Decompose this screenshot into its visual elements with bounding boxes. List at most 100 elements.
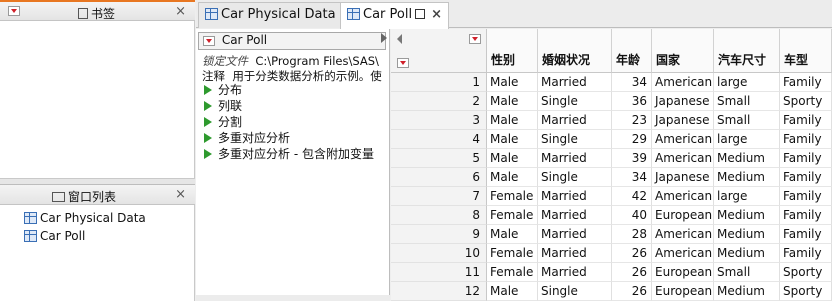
cell-type[interactable]: Family [780,187,832,206]
cell-gender[interactable]: Female [487,187,538,206]
cell-type[interactable]: Family [780,225,832,244]
cell-country[interactable]: American [652,73,714,92]
cell-size[interactable]: Small [714,92,780,111]
columns-menu-icon[interactable] [469,34,481,44]
table-row[interactable]: 6 Male Single 34 Japanese Medium Family [391,168,832,187]
row-number[interactable]: 11 [391,263,487,282]
cell-marital-status[interactable]: Married [538,187,612,206]
table-row[interactable]: 10 Female Married 26 American Medium Family [391,244,832,263]
cell-country[interactable]: European [652,263,714,282]
row-number[interactable]: 12 [391,282,487,301]
cell-size[interactable]: large [714,187,780,206]
table-menu-icon[interactable] [203,35,215,46]
cell-type[interactable]: Family [780,130,832,149]
cell-age[interactable]: 26 [612,282,652,301]
cell-size[interactable]: large [714,130,780,149]
collapse-panel-icon[interactable] [381,33,387,43]
tab-close-icon[interactable]: × [431,7,442,22]
tab-car-physical-data[interactable]: Car Physical Data× [198,2,360,28]
table-row[interactable]: 1 Male Married 34 American large Family [391,73,832,92]
cell-size[interactable]: Medium [714,149,780,168]
cell-marital-status[interactable]: Married [538,149,612,168]
cell-age[interactable]: 34 [612,168,652,187]
bookmarks-menu-icon[interactable] [8,6,20,16]
cell-country[interactable]: American [652,149,714,168]
cell-size[interactable]: Small [714,263,780,282]
row-number[interactable]: 6 [391,168,487,187]
run-script-icon[interactable] [204,101,212,111]
cell-country[interactable]: American [652,130,714,149]
cell-country[interactable]: American [652,244,714,263]
cell-type[interactable]: Family [780,73,832,92]
cell-country[interactable]: European [652,282,714,301]
column-header-country[interactable]: 国家 [652,29,714,73]
table-row[interactable]: 5 Male Married 39 American Medium Family [391,149,832,168]
cell-age[interactable]: 26 [612,244,652,263]
row-number[interactable]: 5 [391,149,487,168]
row-number[interactable]: 3 [391,111,487,130]
cell-country[interactable]: European [652,206,714,225]
row-number[interactable]: 1 [391,73,487,92]
table-row[interactable]: 8 Female Married 40 European Medium Family [391,206,832,225]
cell-gender[interactable]: Male [487,130,538,149]
script-mca[interactable]: 多重对应分析 [204,130,290,146]
cell-age[interactable]: 26 [612,263,652,282]
cell-gender[interactable]: Male [487,73,538,92]
run-script-icon[interactable] [204,85,212,95]
table-name-header[interactable]: Car Poll [203,33,267,49]
column-header-gender[interactable]: 性别 [487,29,538,73]
column-header-marital-status[interactable]: 婚姻状况 [538,29,612,73]
cell-size[interactable]: Medium [714,206,780,225]
cell-country[interactable]: Japanese [652,168,714,187]
cell-marital-status[interactable]: Single [538,130,612,149]
cell-age[interactable]: 28 [612,225,652,244]
cell-type[interactable]: Family [780,111,832,130]
cell-size[interactable]: Small [714,111,780,130]
panel-scrollbar[interactable] [196,295,390,301]
cell-gender[interactable]: Male [487,111,538,130]
cell-marital-status[interactable]: Single [538,92,612,111]
cell-type[interactable]: Family [780,149,832,168]
cell-marital-status[interactable]: Married [538,263,612,282]
cell-size[interactable]: large [714,73,780,92]
cell-marital-status[interactable]: Married [538,73,612,92]
column-header-age[interactable]: 年龄 [612,29,652,73]
cell-age[interactable]: 29 [612,130,652,149]
cell-gender[interactable]: Male [487,92,538,111]
script-partition[interactable]: 分割 [204,114,242,130]
cell-gender[interactable]: Male [487,282,538,301]
cell-gender[interactable]: Male [487,168,538,187]
cell-country[interactable]: American [652,225,714,244]
collapse-left-icon[interactable] [397,34,402,44]
table-row[interactable]: 12 Male Single 26 European Medium Sporty [391,282,832,301]
cell-age[interactable]: 34 [612,73,652,92]
script-contingency[interactable]: 列联 [204,98,242,114]
cell-size[interactable]: Medium [714,244,780,263]
maximize-icon[interactable] [415,9,426,19]
window-list-item-car-poll[interactable]: Car Poll [24,228,85,244]
table-row[interactable]: 4 Male Single 29 American large Family [391,130,832,149]
row-number[interactable]: 7 [391,187,487,206]
cell-gender[interactable]: Female [487,206,538,225]
cell-gender[interactable]: Male [487,225,538,244]
rows-menu-icon[interactable] [397,58,409,68]
cell-age[interactable]: 40 [612,206,652,225]
run-script-icon[interactable] [204,117,212,127]
cell-gender[interactable]: Female [487,263,538,282]
column-header-type[interactable]: 车型 [780,29,832,73]
column-header-size[interactable]: 汽车尺寸 [714,29,780,73]
window-list-close-icon[interactable]: × [175,187,186,202]
row-number[interactable]: 4 [391,130,487,149]
cell-type[interactable]: Sporty [780,282,832,301]
script-distribution[interactable]: 分布 [204,82,242,98]
cell-country[interactable]: Japanese [652,111,714,130]
cell-type[interactable]: Sporty [780,263,832,282]
row-number[interactable]: 9 [391,225,487,244]
cell-size[interactable]: Medium [714,282,780,301]
window-list-item-car-physical-data[interactable]: Car Physical Data [24,210,146,226]
cell-country[interactable]: Japanese [652,92,714,111]
cell-marital-status[interactable]: Single [538,168,612,187]
cell-gender[interactable]: Male [487,149,538,168]
cell-age[interactable]: 36 [612,92,652,111]
tab-car-poll[interactable]: Car Poll × [340,2,449,29]
